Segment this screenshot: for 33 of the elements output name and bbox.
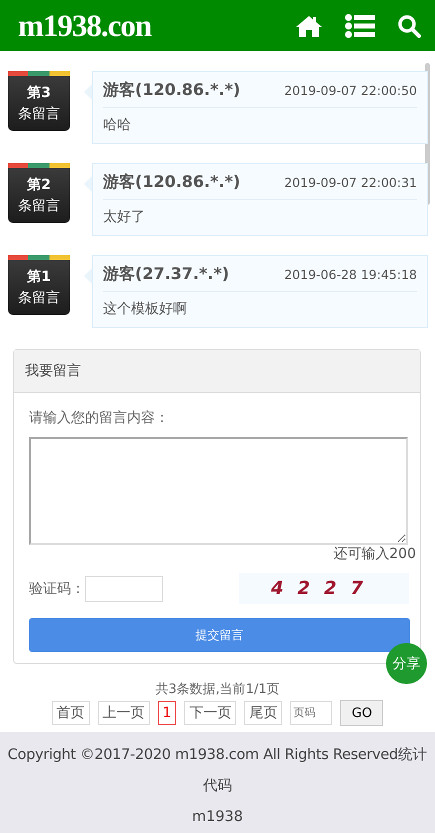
first-page-link[interactable]: 首页 [52,701,90,725]
comment-time: 2019-09-07 22:00:31 [284,175,417,190]
comment-text: 太好了 [103,208,146,226]
comment-number-badge: 第1 条留言 [8,255,70,315]
page-number-input[interactable]: 页码 [290,701,332,725]
captcha-input[interactable] [85,576,163,602]
last-page-link[interactable]: 尾页 [244,701,282,725]
captcha-image[interactable]: 4227 [239,573,409,604]
message-input[interactable] [29,437,408,545]
char-counter: 还可输入200 [333,545,416,563]
comment-number-badge: 第2 条留言 [8,163,70,223]
go-button[interactable]: GO [340,700,384,726]
prev-page-link[interactable]: 上一页 [98,701,150,725]
page-number-link[interactable]: 1 [158,701,176,725]
comment-author: 游客(27.37.*.*) [103,264,230,285]
comment-time: 2019-09-07 22:00:50 [284,83,417,98]
form-label: 请输入您的留言内容： [29,409,170,427]
share-button[interactable]: 分享 [386,643,427,684]
pagination-summary: 共3条数据,当前1/1页 [155,681,280,698]
comment-text: 哈哈 [103,116,132,134]
next-page-link[interactable]: 下一页 [184,701,236,725]
menu-icon[interactable] [345,14,375,38]
search-icon[interactable] [397,14,421,38]
footer-site-name: m1938 [192,808,244,827]
panel-title: 我要留言 [25,362,81,380]
comment-author: 游客(120.86.*.*) [103,80,240,101]
comment-number-badge: 第3 条留言 [8,71,70,131]
comment-time: 2019-06-28 19:45:18 [284,267,417,282]
home-icon[interactable] [295,14,323,38]
comment-author: 游客(120.86.*.*) [103,172,240,193]
site-logo[interactable]: m1938.con [18,8,152,44]
comment-text: 这个模板好啊 [103,300,188,318]
form-label: 验证码： [29,580,85,598]
